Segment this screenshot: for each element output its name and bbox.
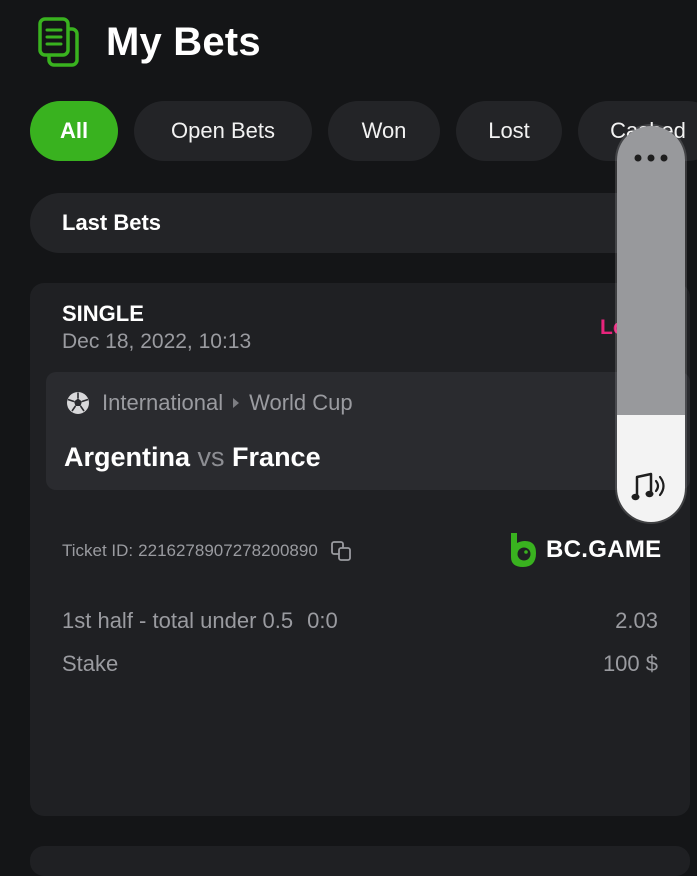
tab-lost[interactable]: Lost bbox=[456, 101, 562, 161]
volume-slider-overlay[interactable] bbox=[617, 126, 685, 522]
stake-label: Stake bbox=[62, 651, 119, 676]
market-row: 1st half - total under 0.5 0:0 2.03 bbox=[62, 608, 658, 634]
odds-value: 2.03 bbox=[615, 608, 658, 633]
page-title: My Bets bbox=[106, 19, 261, 64]
ticket-id: 2216278907278200890 bbox=[138, 541, 318, 560]
volume-fill[interactable] bbox=[617, 415, 685, 522]
league-category: International bbox=[102, 390, 224, 415]
bet-slip-icon bbox=[38, 17, 79, 67]
stake-row: Stake 100 $ bbox=[62, 651, 658, 677]
tab-all[interactable]: All bbox=[30, 101, 118, 161]
stake-value: 100 $ bbox=[602, 651, 658, 676]
brand-logo: BC.GAME bbox=[508, 531, 661, 569]
ticket-id-row: Ticket ID: 2216278907278200890 bbox=[62, 540, 352, 562]
volume-track[interactable] bbox=[617, 126, 685, 415]
sound-icon bbox=[631, 472, 665, 501]
more-options-icon[interactable] bbox=[633, 153, 669, 163]
last-bets-label: Last Bets bbox=[62, 210, 162, 235]
league-tournament: World Cup bbox=[249, 390, 353, 415]
ticket-label: Ticket ID: bbox=[62, 541, 134, 560]
bet-date: Dec 18, 2022, 10:13 bbox=[62, 330, 252, 353]
match-info[interactable]: International World Cup Argentina vs Fra… bbox=[46, 372, 690, 490]
bc-game-logo-icon bbox=[511, 533, 536, 567]
bet-type: SINGLE bbox=[62, 301, 144, 326]
brand-name: BC.GAME bbox=[546, 536, 662, 563]
tab-won[interactable]: Won bbox=[328, 101, 440, 161]
bet-card[interactable]: SINGLE Dec 18, 2022, 10:13 Lost Internat… bbox=[30, 283, 690, 816]
caret-right-icon bbox=[233, 398, 240, 408]
home-team: Argentina bbox=[64, 442, 191, 472]
match-teams: Argentina vs France bbox=[64, 442, 321, 473]
away-team: France bbox=[232, 442, 321, 472]
page-header: My Bets bbox=[36, 14, 261, 70]
tab-open-bets[interactable]: Open Bets bbox=[134, 101, 312, 161]
soccer-ball-icon bbox=[67, 392, 89, 414]
next-bet-card[interactable] bbox=[30, 846, 690, 876]
market-name: 1st half - total under 0.5 bbox=[62, 608, 294, 633]
last-bets-dropdown[interactable]: Last Bets bbox=[30, 193, 670, 253]
bet-filter-tabs: All Open Bets Won Lost Cashed bbox=[30, 101, 697, 161]
match-score: 0:0 bbox=[307, 608, 338, 633]
versus-label: vs bbox=[197, 442, 225, 472]
league-breadcrumb: International World Cup bbox=[66, 390, 353, 416]
copy-icon[interactable] bbox=[330, 540, 352, 562]
